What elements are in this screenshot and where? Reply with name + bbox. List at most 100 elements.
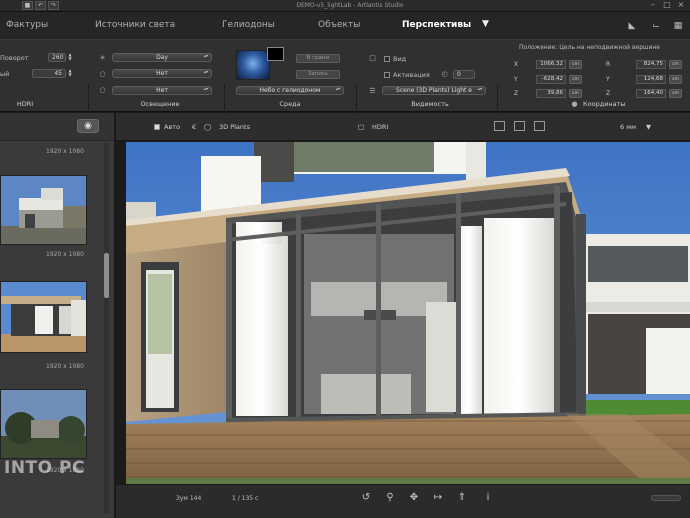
active-value-field[interactable]: 0: [453, 70, 475, 79]
tab-lights[interactable]: Источники света: [95, 20, 175, 30]
panel-scrollbar[interactable]: [104, 143, 109, 513]
plants-icon: €: [192, 123, 197, 131]
environment-dropdown[interactable]: Небо с гелиодоном: [236, 86, 344, 95]
r-field[interactable]: 824,75: [636, 60, 666, 69]
hdri-icon: □: [358, 123, 365, 131]
corner-icon[interactable]: ⌙: [650, 21, 662, 32]
plants-label: 3D Plants: [219, 123, 250, 131]
panel-scrollbar-thumb[interactable]: [104, 253, 109, 298]
sun-icon: ☀: [99, 54, 106, 62]
x-field[interactable]: 1066,32: [536, 60, 566, 69]
section-icon[interactable]: ↦: [432, 492, 444, 504]
auto-label: Авто: [164, 123, 181, 131]
active-checkbox[interactable]: [384, 72, 390, 78]
coordinates-header: Положение: Цель на неподвижной вершине: [519, 44, 660, 51]
target-z-unit-button[interactable]: cm: [669, 89, 682, 98]
move-icon[interactable]: ✥: [408, 492, 420, 504]
frame-icon: □: [369, 54, 376, 62]
lightbulb-icon: ◯: [204, 123, 212, 131]
tab-dropdown-icon[interactable]: ▼: [482, 19, 489, 29]
z-field[interactable]: 39,86: [536, 89, 566, 98]
perspective-thumbnail[interactable]: [0, 281, 87, 353]
lighting-section-label: Освещение: [140, 100, 180, 108]
close-icon[interactable]: ×: [674, 1, 688, 10]
focal-length-dropdown[interactable]: 6 мм: [620, 123, 636, 131]
layout-split-icon[interactable]: [514, 121, 525, 131]
auto-checkbox[interactable]: [154, 124, 160, 130]
rotate-icon[interactable]: ↺: [360, 492, 372, 504]
viewport-header: Авто € ◯ 3D Plants □ HDRI 6 мм ▼: [116, 113, 690, 141]
x-unit-button[interactable]: cm: [569, 60, 582, 69]
rotation-spinner-icon[interactable]: ▲ ▼: [67, 53, 73, 62]
frame-counter: 1 / 135 с: [232, 495, 259, 502]
render-viewport[interactable]: [126, 142, 690, 484]
y-label: Y: [514, 76, 518, 83]
perspective-thumbnail[interactable]: [0, 175, 87, 245]
r-label: R: [606, 61, 611, 68]
light-dropdown[interactable]: Нет: [112, 69, 212, 78]
viewport-bottom-bar: Зум 144 1 / 135 с ↺ ⚲ ✥ ↦ ⇑ i: [116, 484, 690, 518]
zoom-icon[interactable]: ⚲: [384, 492, 396, 504]
walk-icon[interactable]: ⇑: [456, 492, 468, 504]
color-swatch[interactable]: [267, 47, 284, 61]
target-y-field[interactable]: 124,68: [636, 75, 666, 84]
target-y-label: Y: [606, 76, 610, 83]
coordinates-section-label: Координаты: [583, 100, 626, 108]
layers-icon: ☰: [369, 87, 376, 95]
eye-icon[interactable]: ◉: [77, 119, 99, 133]
redo-icon[interactable]: ↷: [48, 1, 59, 10]
thumbnail-image-3: [1, 390, 86, 458]
environment-section-label: Среда: [279, 100, 301, 108]
rotation-label: Поворот: [0, 54, 29, 62]
thumb-resolution: 1920 x 1080: [46, 363, 84, 370]
layout-single-icon[interactable]: [494, 121, 505, 131]
z-label: Z: [514, 90, 519, 97]
watermark-logo: INTO PC: [4, 458, 85, 478]
properties-ribbon: Поворот 260 ▲▼ ый 45 ▲▼ HDRI ☀ ○ ○ Day Н…: [0, 40, 690, 148]
intensity-spinner-icon[interactable]: ▲ ▼: [67, 69, 73, 78]
sun-dropdown[interactable]: Day: [112, 53, 212, 62]
rendered-scene: [126, 142, 690, 484]
bulb-icon: ○: [99, 70, 106, 78]
environment-button-2[interactable]: Запись: [296, 70, 340, 79]
thumbnail-image-1: [1, 176, 86, 244]
viewport-hdri-label: HDRI: [372, 123, 389, 131]
grid-view-icon[interactable]: ▦: [672, 21, 684, 32]
y-field[interactable]: -628,42: [536, 75, 566, 84]
info-icon[interactable]: i: [482, 492, 494, 504]
minimize-icon[interactable]: –: [646, 1, 660, 10]
main-tabs: Фактуры Источники света Гелиодоны Объект…: [0, 12, 690, 40]
save-icon[interactable]: ■: [22, 1, 33, 10]
title-bar: ■ ↶ ↷ DEMO-v5_lightLab - Artlantis Studi…: [0, 0, 690, 12]
undo-icon[interactable]: ↶: [35, 1, 46, 10]
zoom-label: Зум 144: [176, 495, 202, 502]
x-label: X: [514, 61, 519, 68]
maximize-icon[interactable]: □: [660, 1, 674, 10]
target-y-unit-button[interactable]: cm: [669, 75, 682, 84]
zoom-slider[interactable]: [651, 495, 681, 501]
thumb-resolution: 1920 x 1080: [46, 148, 84, 155]
r-unit-button[interactable]: cm: [669, 60, 682, 69]
lock-coordinates-icon[interactable]: ●: [570, 100, 579, 109]
extra-light-dropdown[interactable]: Нет: [112, 86, 212, 95]
y-unit-button[interactable]: cm: [569, 75, 582, 84]
active-label: Активация: [393, 71, 430, 79]
tab-heliodons[interactable]: Гелиодоны: [222, 20, 275, 30]
perspective-thumbnail[interactable]: [0, 389, 87, 459]
layout-quad-icon[interactable]: [534, 121, 545, 131]
target-z-field[interactable]: 164,40: [636, 89, 666, 98]
environment-preview[interactable]: [236, 50, 270, 80]
thumbnail-image-2: [1, 282, 86, 352]
view-checkbox[interactable]: [384, 56, 390, 62]
lock-icon[interactable]: ◣: [626, 21, 638, 32]
z-unit-button[interactable]: cm: [569, 89, 582, 98]
tab-textures[interactable]: Фактуры: [6, 20, 48, 30]
scene-dropdown[interactable]: Scene (3D Plants) Light e: [382, 86, 486, 95]
tab-perspectives[interactable]: Перспективы: [402, 20, 471, 30]
intensity-field[interactable]: 45: [32, 69, 66, 78]
environment-button-1[interactable]: В грани: [296, 54, 340, 63]
tab-objects[interactable]: Объекты: [318, 20, 360, 30]
focal-dropdown-arrow-icon[interactable]: ▼: [646, 123, 651, 131]
window-title: DEMO-v5_lightLab - Artlantis Studio: [296, 2, 404, 9]
rotation-field[interactable]: 260: [48, 53, 66, 62]
